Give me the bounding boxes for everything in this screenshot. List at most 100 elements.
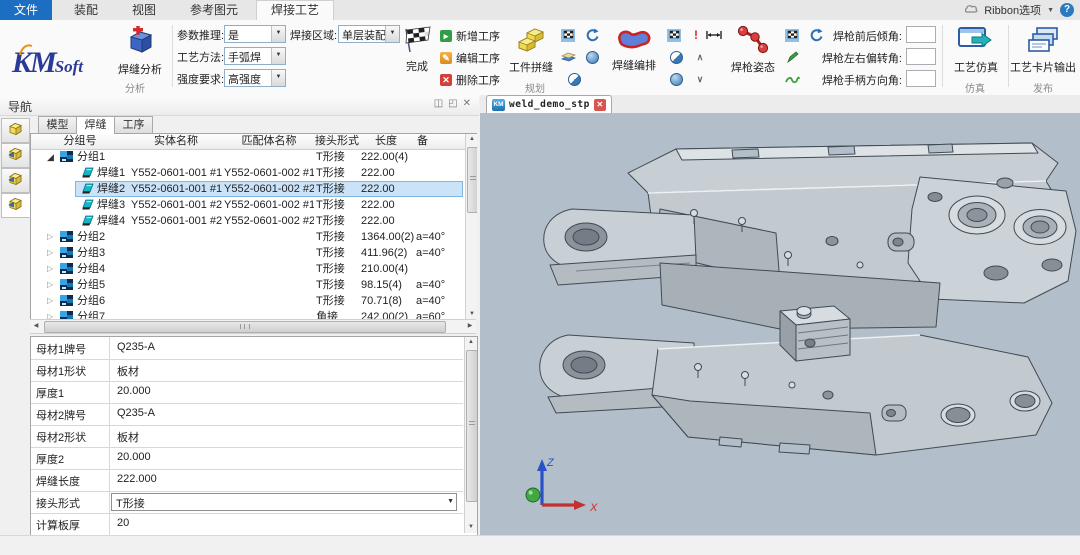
rotate-icon[interactable] xyxy=(584,27,600,43)
tree-row[interactable]: 焊缝3Y552-0601-001 #2Y552-0601-002 #1T形接22… xyxy=(31,197,477,213)
property-row[interactable]: 母材1牌号Q235-A xyxy=(31,337,463,360)
properties-vertical-scrollbar[interactable]: ▲ ▼ xyxy=(464,337,477,533)
collapse-icon[interactable]: ◢ xyxy=(47,149,57,165)
tree-row[interactable]: ▷分组6T形接70.71(8)a=40° xyxy=(31,293,477,309)
group-name: 分组4 xyxy=(77,261,105,277)
side-strip-button[interactable] xyxy=(1,193,30,218)
tree-row[interactable]: ▷分组2T形接1364.00(2)a=40° xyxy=(31,229,477,245)
property-row[interactable]: 厚度220.000 xyxy=(31,447,463,470)
col-header-entity[interactable]: 实体名称 xyxy=(129,134,224,150)
property-row[interactable]: 母材2形状板材 xyxy=(31,425,463,448)
expand-icon[interactable]: ▷ xyxy=(47,229,57,245)
menu-tab-file[interactable]: 文件 xyxy=(0,0,52,20)
pin-icon[interactable]: ◫ xyxy=(434,98,443,109)
weld-region-select[interactable]: 单层装配▼ xyxy=(338,25,400,43)
side-strip-button[interactable] xyxy=(1,168,30,193)
tree-row[interactable]: 焊缝4Y552-0601-001 #2Y552-0601-002 #2T形接22… xyxy=(31,213,477,229)
col-header-remark[interactable]: 备 xyxy=(413,134,470,150)
property-row[interactable]: 计算板厚20 xyxy=(31,513,463,536)
minimize-ribbon-icon[interactable] xyxy=(964,3,978,17)
chevron-down-icon[interactable]: ▼ xyxy=(271,26,285,42)
gun-handle-input[interactable] xyxy=(906,70,936,87)
menu-tab-weld-process[interactable]: 焊接工艺 xyxy=(256,0,334,21)
sphere-icon[interactable] xyxy=(668,71,684,87)
expand-icon[interactable]: ▷ xyxy=(47,293,57,309)
side-strip-button[interactable] xyxy=(1,118,30,143)
mini-flag-icon[interactable] xyxy=(784,27,800,43)
mini-flag-icon[interactable] xyxy=(666,27,682,43)
gun-yaw-input[interactable] xyxy=(906,48,936,65)
property-row[interactable]: 接头形式T形接▼ xyxy=(31,491,463,514)
measure-icon[interactable] xyxy=(706,27,722,43)
col-header-joint[interactable]: 接头形式 xyxy=(315,134,360,150)
tree-row[interactable]: ◢分组1T形接222.00(4) xyxy=(31,149,477,165)
pen-icon[interactable] xyxy=(784,49,800,65)
weld-name: 焊缝4 xyxy=(97,213,125,229)
joint-type-select[interactable]: T形接▼ xyxy=(111,493,457,511)
half-sphere-icon[interactable] xyxy=(668,49,684,65)
scroll-up-icon[interactable]: ▲ xyxy=(466,134,477,145)
3d-viewport[interactable]: Z X xyxy=(480,113,1080,535)
help-icon[interactable]: ? xyxy=(1060,3,1074,17)
chevron-down-icon[interactable]: ▼ xyxy=(385,26,399,42)
ribbon-options-button[interactable]: Ribbon选项 xyxy=(984,2,1041,18)
scroll-down-icon[interactable]: ▼ xyxy=(465,522,477,533)
scroll-right-icon[interactable]: ▶ xyxy=(464,320,476,333)
tree-row[interactable]: ▷分组4T形接210.00(4) xyxy=(31,261,477,277)
chevron-down-icon[interactable]: ▼ xyxy=(447,498,454,505)
close-icon[interactable]: ✕ xyxy=(463,98,471,109)
chevron-down-icon[interactable]: ∨ xyxy=(692,71,708,87)
finish-button[interactable]: 完成 xyxy=(400,26,434,74)
property-row[interactable]: 焊缝长度222.000 xyxy=(31,469,463,492)
edit-step-button[interactable]: ✎ 编辑工序 xyxy=(440,50,500,66)
chevron-down-icon[interactable]: ▼ xyxy=(271,48,285,64)
side-strip-button[interactable] xyxy=(1,143,30,168)
process-card-output-button[interactable]: 工艺卡片输出 xyxy=(1010,26,1076,75)
property-row[interactable]: 母材2牌号Q235-A xyxy=(31,403,463,426)
weld-analysis-button[interactable]: 焊缝分析 xyxy=(112,26,168,77)
chevron-up-icon[interactable]: ∧ xyxy=(692,49,708,65)
nav-tab-model[interactable]: 模型 xyxy=(38,116,77,134)
document-tab[interactable]: KM weld_demo_stp ✕ xyxy=(486,95,612,113)
property-label: 母材2牌号 xyxy=(36,407,86,423)
nav-tab-process[interactable]: 工序 xyxy=(114,116,153,134)
tree-vertical-scrollbar[interactable]: ▲ ▼ xyxy=(465,134,477,320)
scroll-up-icon[interactable]: ▲ xyxy=(465,337,477,348)
spring-icon[interactable] xyxy=(784,71,800,87)
tree-row[interactable]: ▷分组3T形接411.96(2)a=40° xyxy=(31,245,477,261)
menu-tab-view[interactable]: 视图 xyxy=(118,0,170,20)
nav-tab-weld[interactable]: 焊缝 xyxy=(76,116,115,134)
exclaim-icon[interactable]: ! xyxy=(688,27,704,43)
strength-requirement-label: 强度要求: xyxy=(177,71,224,87)
col-header-match[interactable]: 匹配体名称 xyxy=(223,134,316,150)
tree-horizontal-scrollbar[interactable]: ◀ ▶ xyxy=(30,319,476,334)
menu-tab-assembly[interactable]: 装配 xyxy=(60,0,112,20)
tree-row[interactable]: 焊缝2Y552-0601-001 #1Y552-0601-002 #2T形接22… xyxy=(31,181,477,197)
sphere-icon[interactable] xyxy=(584,49,600,65)
param-inference-select[interactable]: 是▼ xyxy=(224,25,286,43)
add-step-button[interactable]: ▸ 新增工序 xyxy=(440,28,500,44)
expand-icon[interactable]: ▷ xyxy=(47,245,57,261)
process-simulation-button[interactable]: 工艺仿真 xyxy=(948,26,1004,75)
process-method-select[interactable]: 手弧焊▼ xyxy=(224,47,286,65)
strength-requirement-select[interactable]: 高强度▼ xyxy=(224,69,286,87)
stack-icon[interactable] xyxy=(560,49,576,65)
dock-icon[interactable]: ◰ xyxy=(448,98,457,109)
close-icon[interactable]: ✕ xyxy=(594,99,606,111)
gun-pitch-input[interactable] xyxy=(906,26,936,43)
expand-icon[interactable]: ▷ xyxy=(47,261,57,277)
tree-row[interactable]: ▷分组5T形接98.15(4)a=40° xyxy=(31,277,477,293)
expand-icon[interactable]: ▷ xyxy=(47,277,57,293)
col-header-length[interactable]: 长度 xyxy=(359,134,414,150)
property-row[interactable]: 母材1形状板材 xyxy=(31,359,463,382)
mini-flag-icon[interactable] xyxy=(560,27,576,43)
tree-row[interactable]: 焊缝1Y552-0601-001 #1Y552-0601-002 #1T形接22… xyxy=(31,165,477,181)
chevron-down-icon[interactable]: ▼ xyxy=(271,70,285,86)
scroll-left-icon[interactable]: ◀ xyxy=(30,320,42,333)
workpiece-seam-button[interactable]: 工件拼缝 xyxy=(506,26,556,75)
col-header-group[interactable]: 分组号 xyxy=(31,134,130,150)
menu-tab-reference[interactable]: 参考图元 xyxy=(176,0,252,20)
weld-arrange-button[interactable]: 焊缝编排 xyxy=(608,26,660,73)
gun-posture-button[interactable]: 焊枪姿态 xyxy=(728,24,778,75)
property-row[interactable]: 厚度120.000 xyxy=(31,381,463,404)
